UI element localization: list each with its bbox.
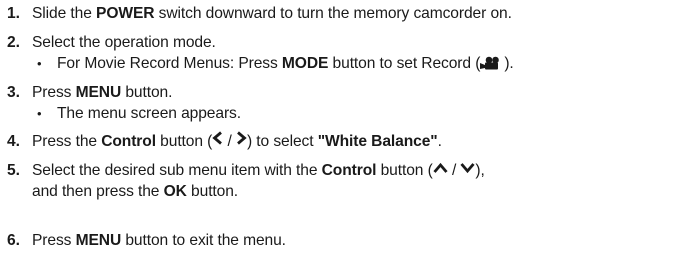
white-balance-label: "White Balance" <box>317 133 438 150</box>
step-number: 5. <box>7 162 20 179</box>
control-label: Control <box>321 162 377 179</box>
subitem-text: The menu screen appears. <box>57 105 241 122</box>
menu-label: MENU <box>75 232 122 249</box>
step-text-part: Select the desired sub menu item with th… <box>32 162 322 179</box>
step-text: Press the Control button ( / ) to select… <box>32 131 442 152</box>
step-number: 1. <box>7 5 20 22</box>
step-line: and then press the OK button. <box>32 181 485 202</box>
step-text-part: Press the <box>32 133 102 150</box>
step-text: Select the operation mode. <box>32 34 216 51</box>
step-text-part: ), <box>475 162 485 179</box>
step-text-part: button to set Record ( <box>328 55 481 72</box>
slash-separator: / <box>451 162 457 179</box>
step-text-part: and then press the <box>32 183 164 200</box>
step-text-part: Slide the <box>32 5 97 22</box>
control-label: Control <box>101 133 156 150</box>
step-text: Select the desired sub menu item with th… <box>32 160 485 202</box>
chevron-left-icon <box>212 130 223 151</box>
chevron-up-icon <box>433 159 448 180</box>
bullet: • <box>37 106 42 121</box>
step-text-part: button ( <box>155 133 213 150</box>
menu-label: MENU <box>75 84 122 101</box>
step-text-part: ). <box>504 55 514 72</box>
step-text-part: Press <box>32 84 76 101</box>
step-text-part: button ( <box>376 162 433 179</box>
chevron-right-icon <box>236 130 247 151</box>
step-text: Press MENU button to exit the menu. <box>32 230 286 251</box>
step-line: Select the desired sub menu item with th… <box>32 160 485 181</box>
step-number: 6. <box>7 232 20 249</box>
step-text-part: ) to select <box>246 133 318 150</box>
step-number: 3. <box>7 84 20 101</box>
step-number: 4. <box>7 133 20 150</box>
bullet: • <box>37 56 42 71</box>
step-text: Press MENU button. <box>32 82 172 103</box>
movie-camera-icon <box>480 55 504 70</box>
step-text-part: switch downward to turn the memory camco… <box>154 5 512 22</box>
step-text-part: . <box>437 133 442 150</box>
step-text-part: button. <box>121 84 173 101</box>
chevron-down-icon <box>460 159 475 180</box>
mode-label: MODE <box>281 55 329 72</box>
step-text-part: Press <box>32 232 76 249</box>
power-label: POWER <box>96 5 155 22</box>
slash-separator: / <box>227 133 232 150</box>
ok-label: OK <box>163 183 187 200</box>
step-text-part: button. <box>186 183 239 200</box>
step-text: Slide the POWER switch downward to turn … <box>32 3 512 24</box>
step-text-part: button to exit the menu. <box>121 232 286 249</box>
step-text-part: For Movie Record Menus: Press <box>57 55 282 72</box>
subitem-text: For Movie Record Menus: Press MODE butto… <box>57 53 514 74</box>
step-number: 2. <box>7 34 20 51</box>
